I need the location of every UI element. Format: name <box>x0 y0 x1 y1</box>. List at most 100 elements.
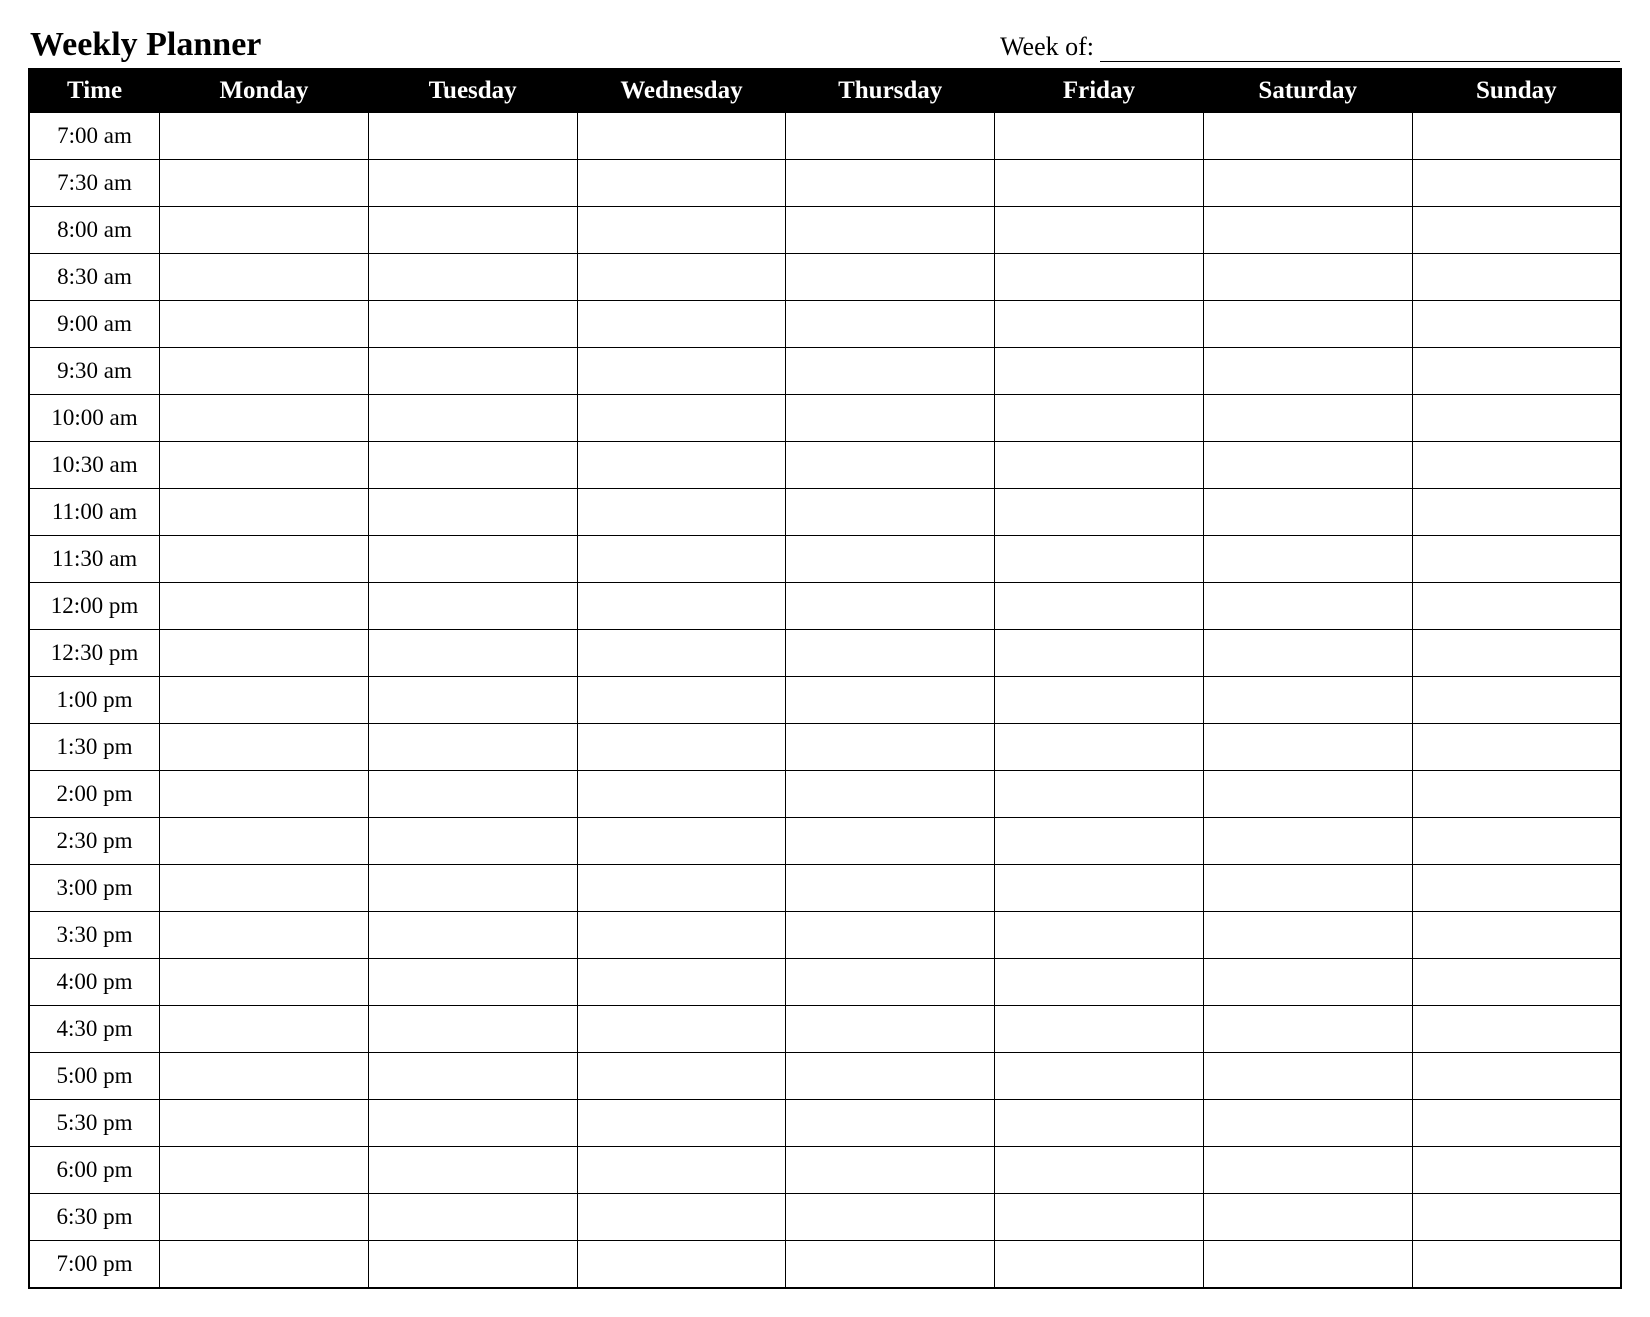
planner-cell[interactable] <box>786 1147 995 1194</box>
planner-cell[interactable] <box>160 536 369 583</box>
planner-cell[interactable] <box>368 959 577 1006</box>
planner-cell[interactable] <box>577 771 786 818</box>
planner-cell[interactable] <box>577 489 786 536</box>
planner-cell[interactable] <box>160 1100 369 1147</box>
planner-cell[interactable] <box>1203 959 1412 1006</box>
planner-cell[interactable] <box>577 1053 786 1100</box>
week-of-input-line[interactable] <box>1100 39 1620 62</box>
planner-cell[interactable] <box>1412 771 1621 818</box>
planner-cell[interactable] <box>577 348 786 395</box>
planner-cell[interactable] <box>786 207 995 254</box>
planner-cell[interactable] <box>786 301 995 348</box>
planner-cell[interactable] <box>1203 630 1412 677</box>
planner-cell[interactable] <box>786 1006 995 1053</box>
planner-cell[interactable] <box>1203 254 1412 301</box>
planner-cell[interactable] <box>160 677 369 724</box>
planner-cell[interactable] <box>995 536 1204 583</box>
planner-cell[interactable] <box>786 442 995 489</box>
planner-cell[interactable] <box>786 113 995 160</box>
planner-cell[interactable] <box>160 348 369 395</box>
planner-cell[interactable] <box>160 489 369 536</box>
planner-cell[interactable] <box>577 1006 786 1053</box>
planner-cell[interactable] <box>368 1053 577 1100</box>
planner-cell[interactable] <box>160 583 369 630</box>
planner-cell[interactable] <box>368 160 577 207</box>
planner-cell[interactable] <box>995 959 1204 1006</box>
planner-cell[interactable] <box>1203 771 1412 818</box>
planner-cell[interactable] <box>160 1194 369 1241</box>
planner-cell[interactable] <box>368 583 577 630</box>
planner-cell[interactable] <box>1203 724 1412 771</box>
planner-cell[interactable] <box>577 254 786 301</box>
planner-cell[interactable] <box>577 536 786 583</box>
planner-cell[interactable] <box>368 1100 577 1147</box>
planner-cell[interactable] <box>995 1241 1204 1289</box>
planner-cell[interactable] <box>995 724 1204 771</box>
planner-cell[interactable] <box>160 207 369 254</box>
planner-cell[interactable] <box>1412 677 1621 724</box>
planner-cell[interactable] <box>160 301 369 348</box>
planner-cell[interactable] <box>160 959 369 1006</box>
planner-cell[interactable] <box>786 348 995 395</box>
planner-cell[interactable] <box>1412 1053 1621 1100</box>
planner-cell[interactable] <box>577 1241 786 1289</box>
planner-cell[interactable] <box>160 113 369 160</box>
planner-cell[interactable] <box>160 724 369 771</box>
planner-cell[interactable] <box>1203 442 1412 489</box>
planner-cell[interactable] <box>577 865 786 912</box>
planner-cell[interactable] <box>577 630 786 677</box>
planner-cell[interactable] <box>577 724 786 771</box>
planner-cell[interactable] <box>368 1147 577 1194</box>
planner-cell[interactable] <box>995 207 1204 254</box>
planner-cell[interactable] <box>1412 395 1621 442</box>
planner-cell[interactable] <box>786 959 995 1006</box>
planner-cell[interactable] <box>368 348 577 395</box>
planner-cell[interactable] <box>160 630 369 677</box>
planner-cell[interactable] <box>1412 865 1621 912</box>
planner-cell[interactable] <box>1412 160 1621 207</box>
planner-cell[interactable] <box>786 1194 995 1241</box>
planner-cell[interactable] <box>1203 1241 1412 1289</box>
planner-cell[interactable] <box>1203 348 1412 395</box>
planner-cell[interactable] <box>786 1053 995 1100</box>
planner-cell[interactable] <box>368 395 577 442</box>
planner-cell[interactable] <box>786 536 995 583</box>
planner-cell[interactable] <box>786 677 995 724</box>
planner-cell[interactable] <box>368 1006 577 1053</box>
planner-cell[interactable] <box>368 818 577 865</box>
planner-cell[interactable] <box>786 395 995 442</box>
planner-cell[interactable] <box>995 160 1204 207</box>
planner-cell[interactable] <box>1412 1194 1621 1241</box>
planner-cell[interactable] <box>995 1147 1204 1194</box>
planner-cell[interactable] <box>786 818 995 865</box>
planner-cell[interactable] <box>1412 959 1621 1006</box>
planner-cell[interactable] <box>995 113 1204 160</box>
planner-cell[interactable] <box>786 1100 995 1147</box>
planner-cell[interactable] <box>1203 489 1412 536</box>
planner-cell[interactable] <box>577 395 786 442</box>
planner-cell[interactable] <box>577 1194 786 1241</box>
planner-cell[interactable] <box>160 1147 369 1194</box>
planner-cell[interactable] <box>1412 301 1621 348</box>
planner-cell[interactable] <box>160 254 369 301</box>
planner-cell[interactable] <box>995 1194 1204 1241</box>
planner-cell[interactable] <box>160 1006 369 1053</box>
planner-cell[interactable] <box>368 301 577 348</box>
planner-cell[interactable] <box>995 1100 1204 1147</box>
planner-cell[interactable] <box>160 865 369 912</box>
planner-cell[interactable] <box>160 818 369 865</box>
planner-cell[interactable] <box>368 1241 577 1289</box>
planner-cell[interactable] <box>368 771 577 818</box>
planner-cell[interactable] <box>368 442 577 489</box>
planner-cell[interactable] <box>995 348 1204 395</box>
planner-cell[interactable] <box>1412 583 1621 630</box>
planner-cell[interactable] <box>995 865 1204 912</box>
planner-cell[interactable] <box>1203 818 1412 865</box>
planner-cell[interactable] <box>995 1006 1204 1053</box>
planner-cell[interactable] <box>1203 677 1412 724</box>
planner-cell[interactable] <box>577 1147 786 1194</box>
planner-cell[interactable] <box>160 160 369 207</box>
planner-cell[interactable] <box>1203 207 1412 254</box>
planner-cell[interactable] <box>1412 207 1621 254</box>
planner-cell[interactable] <box>995 301 1204 348</box>
